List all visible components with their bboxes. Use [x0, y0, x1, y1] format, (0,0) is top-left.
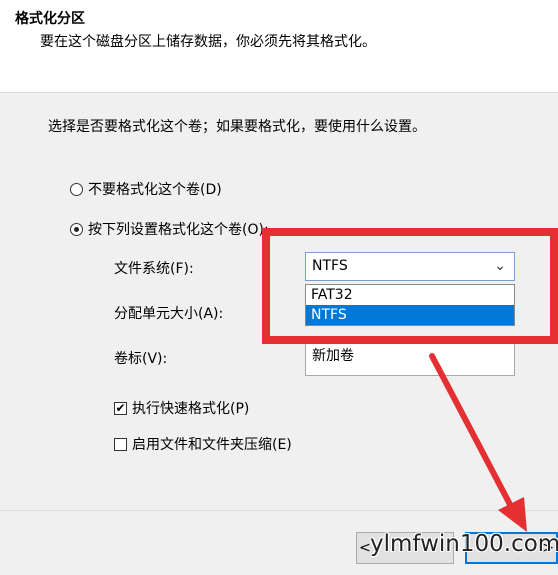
volume-label-label: 卷标(V):: [114, 351, 168, 367]
dropdown-option-fat32[interactable]: FAT32: [306, 285, 514, 305]
radio-format-label: 按下列设置格式化这个卷(O):: [88, 222, 269, 238]
radio-no-format[interactable]: 不要格式化这个卷(D): [70, 179, 222, 199]
chevron-down-icon[interactable]: ⌄: [494, 253, 506, 280]
radio-format-button[interactable]: [70, 222, 83, 236]
radio-format[interactable]: 按下列设置格式化这个卷(O):: [70, 219, 269, 239]
page-title: 格式化分区: [15, 11, 85, 27]
quick-format-checkbox[interactable]: ✔: [114, 401, 127, 415]
allocation-unit-label: 分配单元大小(A):: [114, 306, 224, 322]
file-system-dropdown[interactable]: FAT32 NTFS: [305, 284, 515, 326]
page-subtitle: 要在这个磁盘分区上储存数据，你必须先将其格式化。: [40, 34, 376, 50]
file-system-value: NTFS: [312, 258, 348, 274]
volume-label-input[interactable]: 新加卷: [305, 338, 515, 376]
compression-label: 启用文件和文件夹压缩(E): [132, 437, 292, 453]
compression-checkbox[interactable]: [114, 437, 127, 451]
file-system-label: 文件系统(F):: [114, 261, 194, 277]
watermark: ylmfwin100.com: [370, 531, 558, 557]
wizard-header: 格式化分区 要在这个磁盘分区上储存数据，你必须先将其格式化。: [0, 0, 558, 93]
quick-format-label: 执行快速格式化(P): [132, 401, 250, 417]
compression-option[interactable]: 启用文件和文件夹压缩(E): [114, 434, 292, 454]
dropdown-option-ntfs[interactable]: NTFS: [306, 305, 514, 325]
volume-label-value: 新加卷: [312, 348, 354, 364]
format-prompt: 选择是否要格式化这个卷；如果要格式化，要使用什么设置。: [48, 119, 426, 135]
quick-format-option[interactable]: ✔ 执行快速格式化(P): [114, 398, 249, 418]
file-system-select[interactable]: NTFS ⌄: [305, 252, 515, 281]
radio-no-format-label: 不要格式化这个卷(D): [88, 182, 222, 198]
radio-no-format-button[interactable]: [70, 182, 83, 196]
